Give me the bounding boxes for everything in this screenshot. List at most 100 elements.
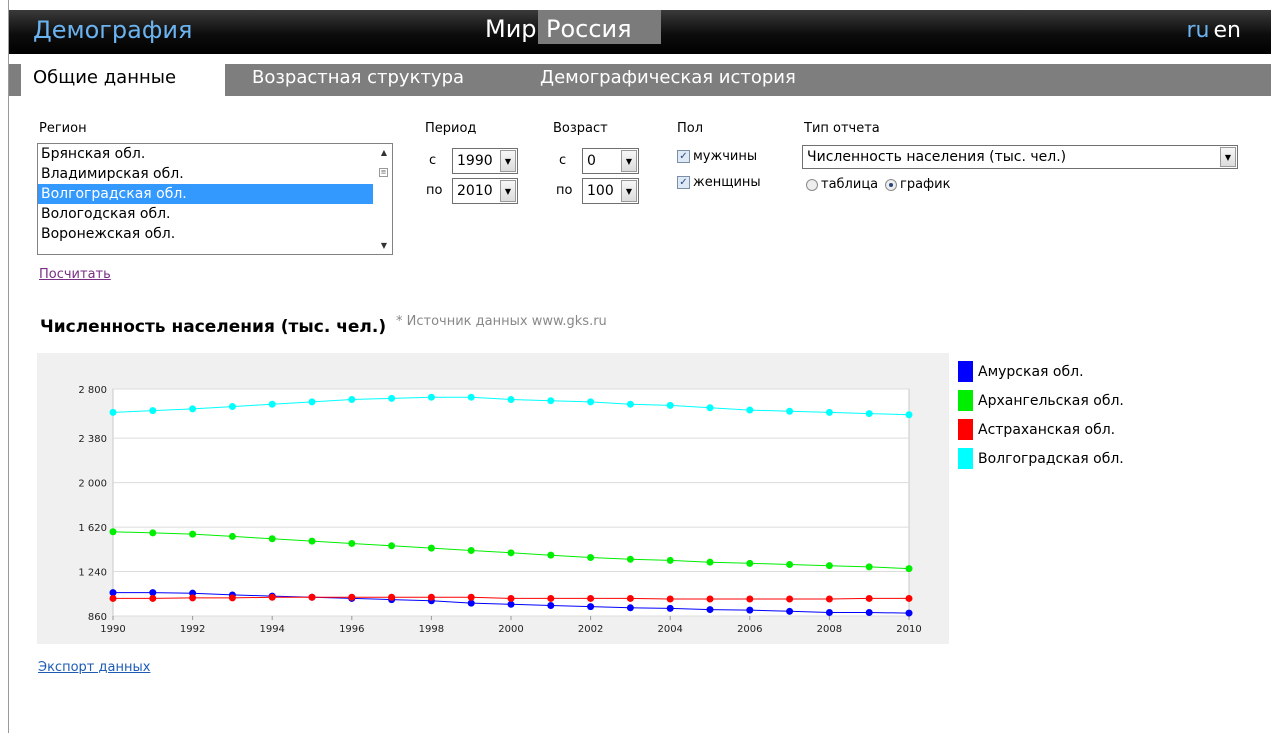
period-from-value: 1990 bbox=[457, 153, 493, 169]
data-point bbox=[268, 400, 276, 408]
chart-label: график bbox=[900, 177, 951, 192]
checkbox-checked-icon[interactable]: ✓ bbox=[677, 176, 690, 189]
legend-swatch bbox=[958, 361, 973, 382]
data-point bbox=[746, 606, 754, 614]
lang-ru-link[interactable]: ru bbox=[1187, 18, 1210, 43]
plot-background bbox=[112, 388, 910, 617]
region-option[interactable]: Воронежская обл. bbox=[38, 224, 373, 244]
data-point bbox=[626, 555, 634, 563]
data-point bbox=[308, 593, 316, 601]
data-point bbox=[825, 408, 833, 416]
region-option[interactable]: Брянская обл. bbox=[38, 144, 373, 164]
age-from-select[interactable]: 0 ▼ bbox=[582, 148, 639, 174]
data-point bbox=[189, 594, 197, 602]
tab-age-structure[interactable]: Возрастная структура bbox=[252, 64, 464, 96]
region-option[interactable]: Владимирская обл. bbox=[38, 164, 373, 184]
data-point bbox=[905, 609, 913, 617]
data-point bbox=[626, 604, 634, 612]
data-point bbox=[149, 407, 157, 415]
brand-logo[interactable]: Демография bbox=[33, 16, 192, 44]
data-point bbox=[626, 400, 634, 408]
data-point bbox=[786, 407, 794, 415]
x-tick-label: 2000 bbox=[498, 624, 523, 635]
data-point bbox=[706, 595, 714, 603]
legend-item: Волгоградская обл. bbox=[958, 444, 1124, 473]
chart-area: 860 1 240 1 620 2 000 2 380 2 800 1990 1992 1994… bbox=[37, 353, 949, 644]
data-point bbox=[746, 406, 754, 414]
region-listbox[interactable]: Брянская обл. Владимирская обл. Волгогра… bbox=[37, 143, 393, 255]
data-point bbox=[587, 594, 595, 602]
chevron-down-icon[interactable]: ▼ bbox=[500, 150, 516, 172]
chevron-down-icon[interactable]: ▼ bbox=[1220, 147, 1236, 167]
female-label: женщины bbox=[693, 175, 761, 190]
lang-en-link[interactable]: en bbox=[1214, 18, 1241, 43]
legend-swatch bbox=[958, 390, 973, 411]
x-tick-label: 1998 bbox=[419, 624, 444, 635]
scroll-thumb-icon[interactable]: ≡ bbox=[379, 168, 388, 177]
language-switcher: ru en bbox=[1187, 18, 1241, 43]
period-to-select[interactable]: 2010 ▼ bbox=[452, 178, 518, 204]
radio-off-icon[interactable] bbox=[806, 178, 818, 191]
scroll-down-icon[interactable]: ▼ bbox=[381, 241, 387, 250]
data-point bbox=[507, 549, 515, 557]
nav-world[interactable]: Мир bbox=[479, 10, 543, 44]
listbox-scrollbar[interactable]: ▲ ≡ ▼ bbox=[375, 144, 392, 254]
view-table-radio[interactable]: таблица bbox=[806, 177, 878, 192]
age-label: Возраст bbox=[553, 121, 608, 136]
period-from-label: с bbox=[429, 153, 437, 168]
checkbox-checked-icon[interactable]: ✓ bbox=[677, 150, 690, 163]
legend-swatch bbox=[958, 419, 973, 440]
male-label: мужчины bbox=[693, 149, 758, 164]
legend-label: Астраханская обл. bbox=[978, 421, 1116, 438]
data-point bbox=[905, 565, 913, 573]
female-checkbox[interactable]: ✓ женщины bbox=[677, 175, 761, 190]
data-point bbox=[348, 396, 356, 404]
male-checkbox[interactable]: ✓ мужчины bbox=[677, 149, 757, 164]
top-bar: Демография Мир Россия ru en bbox=[9, 10, 1271, 54]
sex-label: Пол bbox=[677, 121, 704, 136]
view-chart-radio[interactable]: график bbox=[885, 177, 950, 192]
x-tick-label: 1996 bbox=[339, 624, 364, 635]
y-tick-label: 1 240 bbox=[78, 568, 107, 579]
region-option[interactable]: Вологодская обл. bbox=[38, 204, 373, 224]
chevron-down-icon[interactable]: ▼ bbox=[621, 150, 637, 172]
export-data-link[interactable]: Экспорт данных bbox=[38, 660, 150, 675]
age-to-select[interactable]: 100 ▼ bbox=[582, 178, 639, 204]
nav-russia[interactable]: Россия bbox=[538, 10, 661, 44]
radio-on-icon[interactable] bbox=[885, 178, 897, 191]
tab-demographic-history[interactable]: Демографическая история bbox=[540, 64, 796, 96]
data-point bbox=[905, 411, 913, 419]
data-point bbox=[825, 595, 833, 603]
data-point bbox=[228, 532, 236, 540]
period-from-select[interactable]: 1990 ▼ bbox=[452, 148, 518, 174]
data-point bbox=[467, 393, 475, 401]
chevron-down-icon[interactable]: ▼ bbox=[621, 180, 637, 202]
calculate-link[interactable]: Посчитать bbox=[39, 267, 111, 282]
x-tick-label: 2006 bbox=[737, 624, 762, 635]
data-point bbox=[149, 594, 157, 602]
y-tick-label: 860 bbox=[88, 612, 107, 623]
data-point bbox=[746, 595, 754, 603]
tab-general-data[interactable]: Общие данные bbox=[21, 64, 225, 96]
report-type-select[interactable]: Численность населения (тыс. чел.) ▼ bbox=[802, 145, 1238, 169]
report-type-label: Тип отчета bbox=[804, 121, 880, 136]
data-point bbox=[666, 604, 674, 612]
data-point bbox=[746, 559, 754, 567]
data-point bbox=[467, 546, 475, 554]
region-option-selected[interactable]: Волгоградская обл. bbox=[38, 184, 373, 204]
scroll-up-icon[interactable]: ▲ bbox=[381, 148, 387, 157]
data-point bbox=[427, 393, 435, 401]
data-point bbox=[507, 594, 515, 602]
data-point bbox=[228, 403, 236, 411]
legend-swatch bbox=[958, 448, 973, 469]
data-point bbox=[268, 593, 276, 601]
data-point bbox=[348, 539, 356, 547]
x-tick-label: 2010 bbox=[896, 624, 921, 635]
y-tick-label: 2 800 bbox=[78, 385, 107, 396]
page-border bbox=[8, 0, 9, 733]
age-from-value: 0 bbox=[587, 153, 596, 169]
chevron-down-icon[interactable]: ▼ bbox=[500, 180, 516, 202]
data-point bbox=[388, 593, 396, 601]
period-to-value: 2010 bbox=[457, 183, 493, 199]
data-point bbox=[706, 404, 714, 412]
